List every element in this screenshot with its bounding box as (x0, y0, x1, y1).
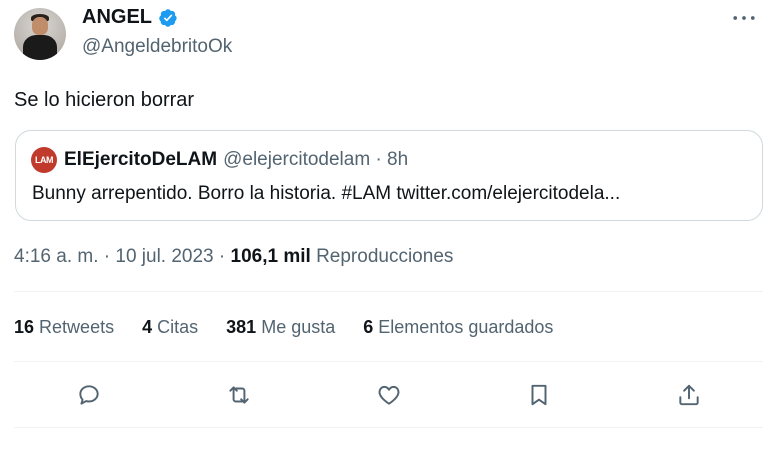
stat-likes[interactable]: 381 Me gusta (226, 317, 335, 338)
quoted-author-meta: @elejercitodelam · 8h (223, 149, 409, 170)
quoted-tweet-header: ElEjercitoDeLAM @elejercitodelam · 8h (64, 149, 408, 171)
divider (14, 361, 763, 362)
stat-quotes[interactable]: 4 Citas (142, 317, 198, 338)
quoted-tweet-text: Bunny arrepentido. Borro la historia. #L… (32, 183, 621, 204)
author-handle[interactable]: @AngeldebritoOk (82, 36, 232, 58)
stat-retweets[interactable]: 16 Retweets (14, 317, 114, 338)
tweet-text: Se lo hicieron borrar (14, 89, 195, 111)
tweet-stats: 16 Retweets 4 Citas 381 Me gusta 6 Eleme… (14, 317, 553, 338)
quoted-author-name[interactable]: ElEjercitoDeLAM (64, 149, 217, 171)
more-options-icon[interactable] (729, 8, 759, 28)
author-display-name[interactable]: ANGEL (82, 6, 152, 29)
share-icon[interactable] (671, 377, 707, 413)
tweet-actions (0, 377, 767, 413)
tweet-card: ANGEL @AngeldebritoOk Se lo hicieron bor… (0, 0, 767, 463)
author-avatar[interactable] (14, 8, 66, 60)
like-icon[interactable] (371, 377, 407, 413)
quoted-tweet[interactable]: LAM ElEjercitoDeLAM @elejercitodelam · 8… (15, 130, 763, 221)
divider (14, 427, 763, 428)
quoted-author-avatar[interactable]: LAM (31, 147, 57, 173)
author-name-row: ANGEL (82, 6, 178, 29)
views-count: 106,1 mil (230, 246, 311, 267)
views-label: Reproducciones (310, 246, 454, 267)
stat-bookmarks[interactable]: 6 Elementos guardados (363, 317, 553, 338)
tweet-time-date[interactable]: 4:16 a. m. · 10 jul. 2023 · (14, 246, 231, 267)
divider (14, 291, 763, 292)
reply-icon[interactable] (71, 377, 107, 413)
verified-badge-icon (158, 8, 178, 28)
retweet-icon[interactable] (221, 377, 257, 413)
bookmark-icon[interactable] (521, 377, 557, 413)
tweet-timestamp: 4:16 a. m. · 10 jul. 2023 · 106,1 mil Re… (14, 246, 453, 268)
